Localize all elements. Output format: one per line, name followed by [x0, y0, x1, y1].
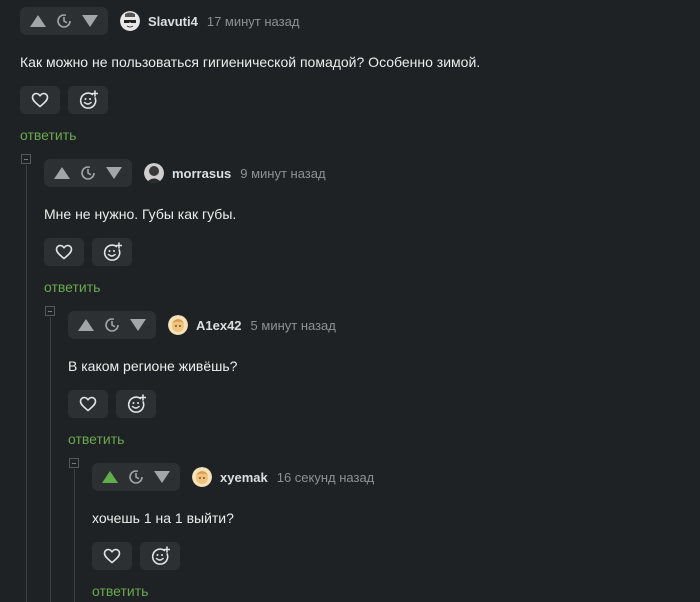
- timestamp[interactable]: 16 секунд назад: [277, 470, 375, 485]
- thread-line-1[interactable]: [26, 165, 27, 602]
- clock-icon[interactable]: [104, 317, 120, 333]
- heart-icon: [103, 548, 121, 564]
- downvote-icon[interactable]: [82, 15, 98, 27]
- vote-box: [44, 159, 132, 187]
- comment: xyemak 16 секунд назад хочешь 1 на 1 вый…: [92, 463, 690, 602]
- like-button[interactable]: [68, 390, 108, 418]
- collapse-toggle-1[interactable]: [21, 154, 31, 164]
- comment-header: morrasus 9 минут назад: [44, 159, 326, 187]
- comment-text: хочешь 1 на 1 выйти?: [92, 510, 234, 526]
- heart-icon: [31, 92, 49, 108]
- username[interactable]: xyemak: [220, 470, 268, 485]
- comment-text: В каком регионе живёшь?: [68, 358, 238, 374]
- upvote-icon[interactable]: [78, 319, 94, 331]
- comment-text: Мне не нужно. Губы как губы.: [44, 206, 237, 222]
- username[interactable]: morrasus: [172, 166, 231, 181]
- vote-box: [20, 7, 108, 35]
- comment: Slavuti4 17 минут назад Как можно не пол…: [20, 7, 690, 147]
- comment-header: A1ex42 5 минут назад: [68, 311, 336, 339]
- avatar-sunglasses-icon[interactable]: [120, 11, 140, 31]
- add-reaction-button[interactable]: [140, 542, 180, 570]
- like-button[interactable]: [44, 238, 84, 266]
- emoji-plus-icon: [103, 242, 122, 261]
- heart-icon: [79, 396, 97, 412]
- add-reaction-button[interactable]: [92, 238, 132, 266]
- comment: A1ex42 5 минут назад В каком регионе жив…: [68, 311, 690, 451]
- comments-thread: Slavuti4 17 минут назад Как можно не пол…: [0, 0, 700, 602]
- reply-link[interactable]: ответить: [92, 583, 148, 599]
- comment-actions: [20, 86, 116, 114]
- vote-box: [92, 463, 180, 491]
- comment-text: Как можно не пользоваться гигиенической …: [20, 54, 481, 70]
- clock-icon[interactable]: [80, 165, 96, 181]
- avatar-dark-icon[interactable]: [144, 163, 164, 183]
- timestamp[interactable]: 9 минут назад: [240, 166, 325, 181]
- downvote-icon[interactable]: [130, 319, 146, 331]
- reply-link[interactable]: ответить: [44, 279, 100, 295]
- comment-header: Slavuti4 17 минут назад: [20, 7, 299, 35]
- clock-icon[interactable]: [56, 13, 72, 29]
- emoji-plus-icon: [79, 90, 98, 109]
- reply-link[interactable]: ответить: [68, 431, 124, 447]
- comment-actions: [44, 238, 140, 266]
- comment-actions: [92, 542, 188, 570]
- avatar-cartoon-icon[interactable]: [192, 467, 212, 487]
- username[interactable]: Slavuti4: [148, 14, 198, 29]
- upvote-icon[interactable]: [102, 471, 118, 483]
- emoji-plus-icon: [151, 546, 170, 565]
- thread-line-2[interactable]: [50, 317, 51, 602]
- username[interactable]: A1ex42: [196, 318, 242, 333]
- vote-box: [68, 311, 156, 339]
- emoji-plus-icon: [127, 394, 146, 413]
- comment-header: xyemak 16 секунд назад: [92, 463, 374, 491]
- avatar-cartoon-icon[interactable]: [168, 315, 188, 335]
- like-button[interactable]: [20, 86, 60, 114]
- upvote-icon[interactable]: [30, 15, 46, 27]
- timestamp[interactable]: 17 минут назад: [207, 14, 300, 29]
- upvote-icon[interactable]: [54, 167, 70, 179]
- collapse-toggle-2[interactable]: [45, 306, 55, 316]
- thread-line-3[interactable]: [74, 469, 75, 602]
- downvote-icon[interactable]: [154, 471, 170, 483]
- add-reaction-button[interactable]: [116, 390, 156, 418]
- comment: morrasus 9 минут назад Мне не нужно. Губ…: [44, 159, 690, 299]
- timestamp[interactable]: 5 минут назад: [251, 318, 336, 333]
- clock-icon[interactable]: [128, 469, 144, 485]
- like-button[interactable]: [92, 542, 132, 570]
- heart-icon: [55, 244, 73, 260]
- downvote-icon[interactable]: [106, 167, 122, 179]
- reply-link[interactable]: ответить: [20, 127, 76, 143]
- add-reaction-button[interactable]: [68, 86, 108, 114]
- comment-actions: [68, 390, 164, 418]
- collapse-toggle-3[interactable]: [69, 458, 79, 468]
